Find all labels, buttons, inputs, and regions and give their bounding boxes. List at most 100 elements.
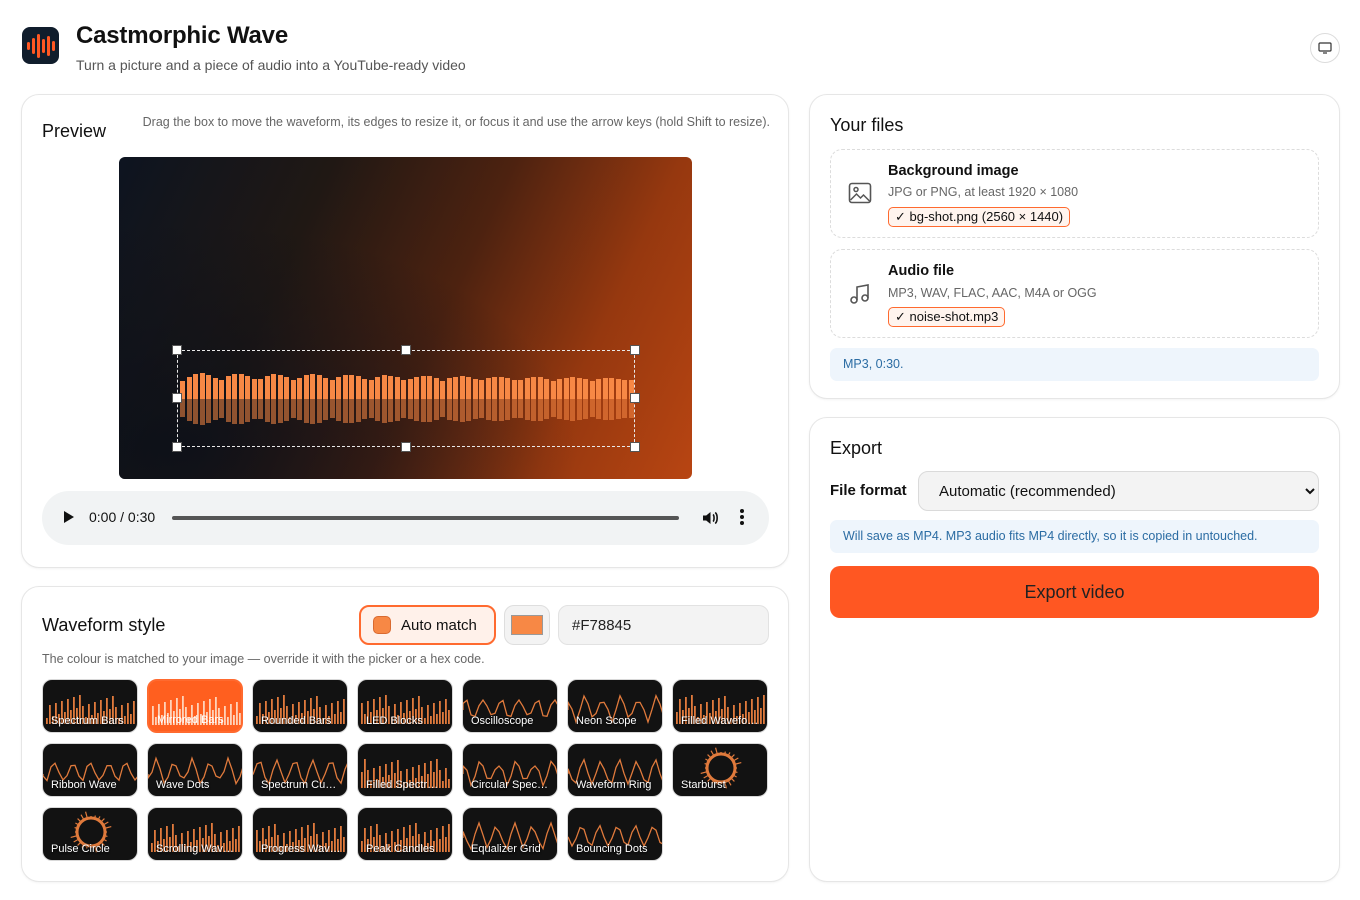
waveform-bar-reflection [492, 399, 497, 421]
waveform-bar [395, 377, 400, 399]
style-tile-label: Filled Spectr… [366, 779, 439, 791]
style-tile-label: Starburst [681, 779, 726, 791]
waveform-bar-reflection [557, 399, 562, 419]
waveform-bar [447, 378, 452, 399]
files-card: Your files Background image JPG or PNG, … [809, 94, 1340, 399]
resize-handle-se[interactable] [630, 442, 640, 452]
style-tile[interactable]: Waveform Ring [567, 743, 663, 797]
waveform-bar-reflection [440, 399, 445, 417]
waveform-bar-reflection [388, 399, 393, 422]
waveform-bar [414, 377, 419, 399]
style-tile[interactable]: Filled Wavefo… [672, 679, 768, 733]
resize-handle-e[interactable] [630, 393, 640, 403]
style-tile[interactable]: Wave Dots [147, 743, 243, 797]
background-image-desc: JPG or PNG, at least 1920 × 1080 [888, 185, 1079, 199]
style-tile[interactable]: Progress Wav… [252, 807, 348, 861]
style-tile[interactable]: Ribbon Wave [42, 743, 138, 797]
waveform-bar-reflection [375, 399, 380, 421]
resize-handle-sw[interactable] [172, 442, 182, 452]
waveform-bar [596, 379, 601, 399]
style-tile[interactable]: Mirrored Bars [147, 679, 243, 733]
style-tile[interactable]: Starburst [672, 743, 768, 797]
seek-bar[interactable] [172, 516, 679, 520]
waveform-bar [388, 376, 393, 399]
export-card: Export File format Automatic (recommende… [809, 417, 1340, 882]
style-tile-label: Spectrum Bars [51, 715, 124, 727]
waveform-bar [570, 377, 575, 399]
style-tile[interactable]: Oscilloscope [462, 679, 558, 733]
waveform-bar [486, 378, 491, 399]
style-tile[interactable]: Equalizer Grid [462, 807, 558, 861]
waveform-bar [538, 377, 543, 399]
audio-file-drop[interactable]: Audio file MP3, WAV, FLAC, AAC, M4A or O… [830, 249, 1319, 338]
color-picker-swatch [511, 615, 543, 635]
waveform-bar-reflection [538, 399, 543, 421]
auto-match-button[interactable]: Auto match [359, 605, 496, 645]
resize-handle-w[interactable] [172, 393, 182, 403]
style-tile[interactable]: Neon Scope [567, 679, 663, 733]
waveform-bar-reflection [349, 399, 354, 423]
waveform-bar-reflection [310, 399, 315, 424]
style-tile-label: LED Blocks [366, 715, 423, 727]
waveform-box[interactable] [177, 350, 635, 447]
style-tile-label: Waveform Ring [576, 779, 652, 791]
waveform-bar [265, 376, 270, 399]
waveform-bars [180, 351, 634, 446]
waveform-bar [590, 381, 595, 399]
file-format-select[interactable]: Automatic (recommended) [918, 471, 1319, 511]
waveform-bar-reflection [609, 399, 614, 420]
resize-handle-n[interactable] [401, 345, 411, 355]
app-subtitle: Turn a picture and a piece of audio into… [76, 57, 466, 73]
waveform-bar [479, 380, 484, 399]
waveform-bar-reflection [622, 399, 627, 418]
volume-icon[interactable] [701, 509, 719, 527]
waveform-bar-reflection [219, 399, 224, 418]
waveform-bar-reflection [512, 399, 517, 418]
waveform-bar-reflection [343, 399, 348, 423]
waveform-bar [453, 377, 458, 399]
waveform-bar-reflection [304, 399, 309, 423]
style-tile[interactable]: Bouncing Dots [567, 807, 663, 861]
waveform-bar-reflection [330, 399, 335, 418]
app-title: Castmorphic Wave [76, 22, 288, 49]
waveform-bar [557, 379, 562, 399]
waveform-bar [187, 377, 192, 399]
style-tile[interactable]: Spectrum Cu… [252, 743, 348, 797]
waveform-bar-reflection [603, 399, 608, 420]
waveform-bar-reflection [577, 399, 582, 420]
style-tile[interactable]: Peak Candles [357, 807, 453, 861]
resize-handle-s[interactable] [401, 442, 411, 452]
waveform-bar [323, 378, 328, 399]
display-mode-button[interactable] [1310, 33, 1340, 63]
background-image-drop[interactable]: Background image JPG or PNG, at least 19… [830, 149, 1319, 238]
style-tile-label: Circular Spec… [471, 779, 549, 791]
style-tile[interactable]: Rounded Bars [252, 679, 348, 733]
waveform-bar [421, 376, 426, 399]
style-tile-label: Filled Wavefo… [681, 715, 759, 727]
auto-match-swatch [373, 616, 391, 634]
resize-handle-ne[interactable] [630, 345, 640, 355]
more-vert-icon[interactable] [740, 509, 744, 527]
play-icon[interactable] [64, 511, 74, 523]
style-tile[interactable]: Filled Spectr… [357, 743, 453, 797]
waveform-bar [531, 377, 536, 399]
waveform-bar-reflection [382, 399, 387, 423]
resize-handle-nw[interactable] [172, 345, 182, 355]
style-tile[interactable]: Spectrum Bars [42, 679, 138, 733]
style-tile[interactable]: Circular Spec… [462, 743, 558, 797]
app-logo [22, 27, 59, 64]
preview-hint: Drag the box to move the waveform, its e… [142, 115, 770, 129]
color-picker[interactable] [504, 605, 550, 645]
auto-match-label: Auto match [401, 616, 477, 634]
player-time: 0:00 / 0:30 [89, 509, 156, 525]
waveform-bar-reflection [284, 399, 289, 421]
waveform-bar [622, 380, 627, 399]
waveform-bar-reflection [232, 399, 237, 424]
style-tile[interactable]: Scrolling Wav… [147, 807, 243, 861]
waveform-bar-reflection [356, 399, 361, 422]
export-video-button[interactable]: Export video [830, 566, 1319, 618]
hex-color-input[interactable] [558, 605, 769, 645]
style-tile[interactable]: Pulse Circle [42, 807, 138, 861]
style-tile[interactable]: LED Blocks [357, 679, 453, 733]
waveform-bar-reflection [291, 399, 296, 418]
